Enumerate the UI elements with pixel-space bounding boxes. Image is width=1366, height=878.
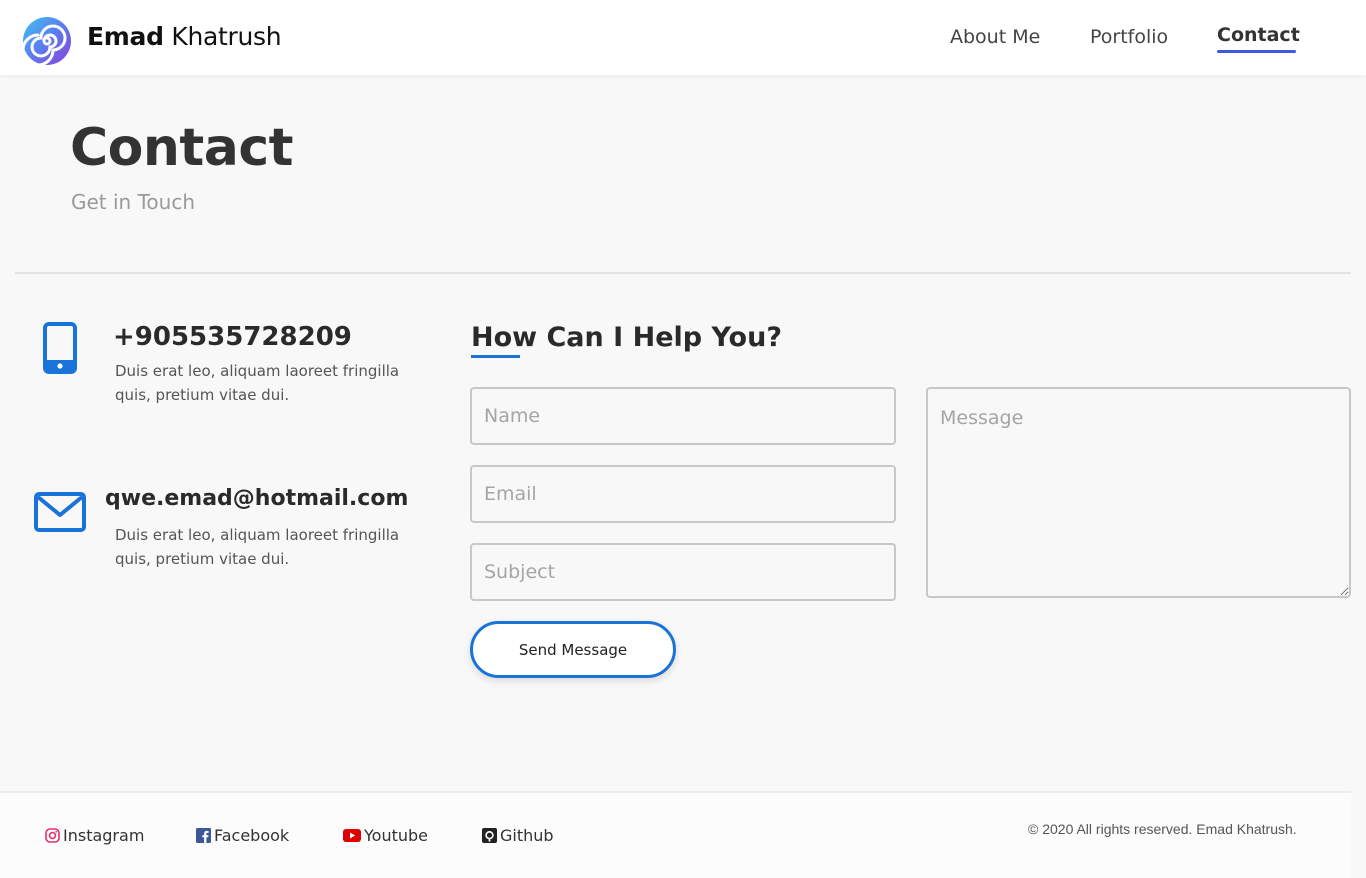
brand-first-name: Emad bbox=[87, 22, 164, 51]
nav-contact[interactable]: Contact bbox=[1217, 24, 1300, 46]
nav-about-me[interactable]: About Me bbox=[950, 26, 1040, 48]
message-textarea[interactable] bbox=[926, 387, 1351, 598]
mail-icon bbox=[34, 492, 86, 532]
section-divider bbox=[15, 272, 1351, 274]
site-footer: Instagram Facebook Youtube Github © 2020… bbox=[0, 791, 1351, 878]
phone-number[interactable]: +905535728209 bbox=[113, 322, 352, 352]
form-heading: How Can I Help You? bbox=[471, 322, 782, 353]
youtube-link[interactable]: Youtube bbox=[343, 826, 428, 845]
github-link[interactable]: Github bbox=[482, 826, 554, 845]
subject-input[interactable] bbox=[470, 543, 896, 601]
facebook-label: Facebook bbox=[214, 826, 290, 845]
brand-last-name: Khatrush bbox=[171, 22, 282, 51]
instagram-link[interactable]: Instagram bbox=[45, 826, 144, 845]
copyright-text: © 2020 All rights reserved. Emad Khatrus… bbox=[1028, 821, 1297, 837]
form-heading-underline bbox=[471, 355, 520, 358]
phone-icon bbox=[43, 322, 77, 374]
facebook-icon bbox=[196, 828, 211, 843]
email-address[interactable]: qwe.emad@hotmail.com bbox=[105, 486, 408, 511]
active-nav-indicator bbox=[1217, 50, 1296, 53]
page-title: Contact bbox=[70, 118, 294, 178]
instagram-icon bbox=[45, 828, 60, 843]
send-message-button[interactable]: Send Message bbox=[470, 621, 676, 678]
site-header: Emad Khatrush About Me Portfolio Contact bbox=[0, 0, 1366, 75]
github-icon bbox=[482, 828, 497, 843]
instagram-label: Instagram bbox=[63, 826, 145, 845]
nav-portfolio[interactable]: Portfolio bbox=[1090, 26, 1168, 48]
email-input[interactable] bbox=[470, 465, 896, 523]
email-description: Duis erat leo, aliquam laoreet fringilla… bbox=[115, 526, 400, 568]
facebook-link[interactable]: Facebook bbox=[196, 826, 289, 845]
spiral-logo-icon[interactable] bbox=[22, 16, 72, 66]
youtube-label: Youtube bbox=[364, 826, 428, 845]
github-label: Github bbox=[500, 826, 554, 845]
name-input[interactable] bbox=[470, 387, 896, 445]
page-subtitle: Get in Touch bbox=[71, 190, 195, 214]
phone-description: Duis erat leo, aliquam laoreet fringilla… bbox=[115, 362, 400, 404]
youtube-icon bbox=[343, 829, 361, 842]
brand-name[interactable]: Emad Khatrush bbox=[87, 22, 282, 51]
